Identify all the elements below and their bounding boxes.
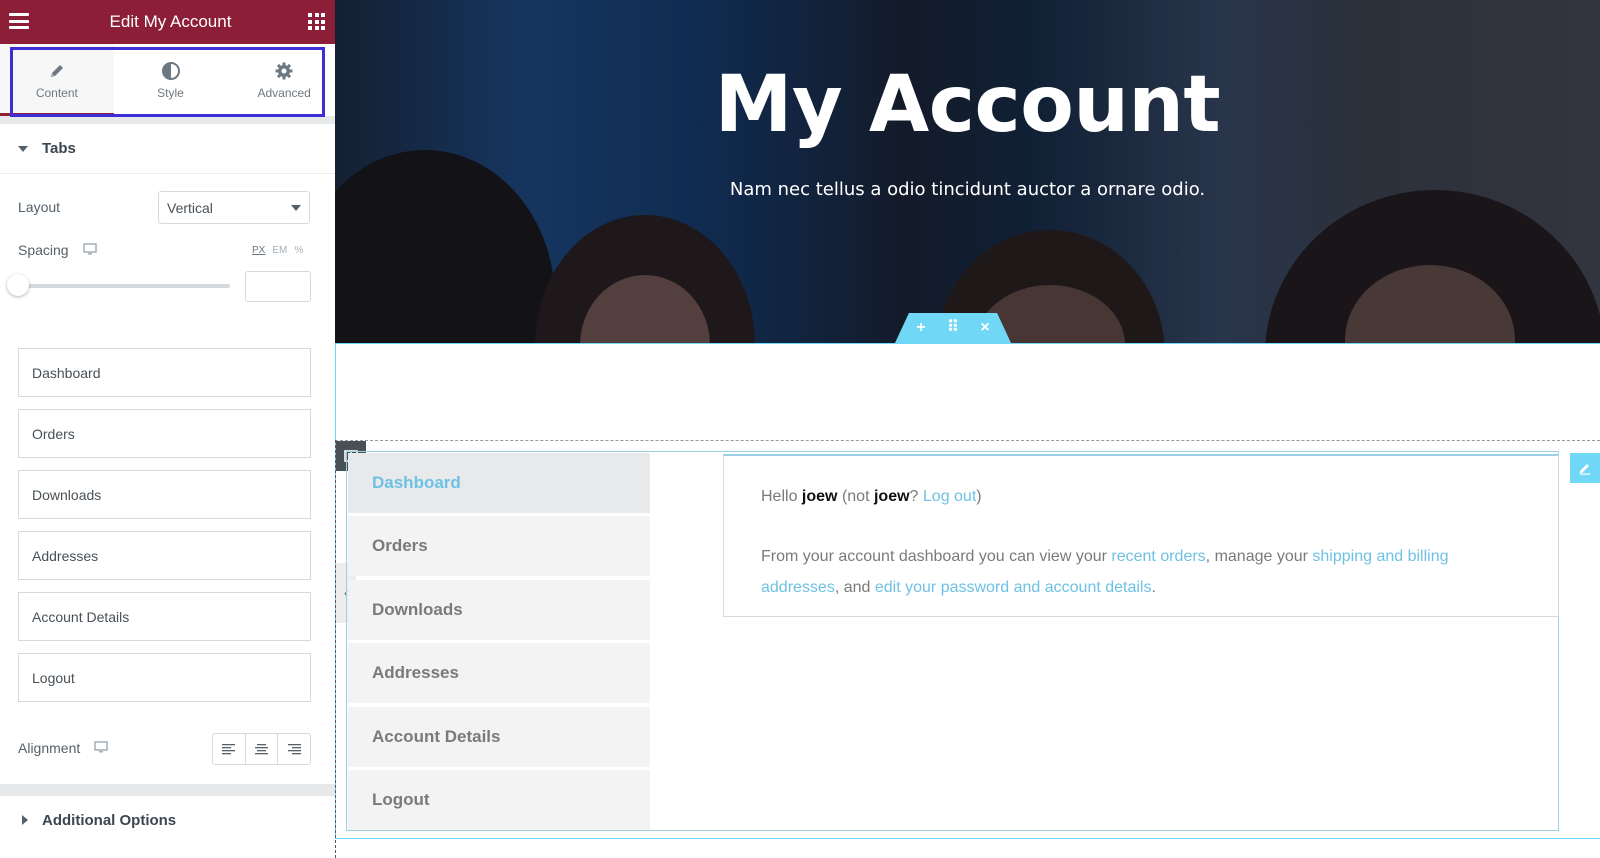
spacing-control: Spacing bbox=[18, 242, 97, 258]
unit-em[interactable]: EM bbox=[272, 245, 287, 256]
column-outline bbox=[335, 440, 1600, 441]
align-left-button[interactable] bbox=[213, 734, 246, 764]
layout-label: Layout bbox=[18, 199, 61, 215]
section-additional-options-label: Additional Options bbox=[42, 811, 177, 829]
desktop-icon[interactable] bbox=[82, 242, 97, 258]
caret-down-icon bbox=[291, 205, 301, 211]
account-nav-item[interactable]: Account Details bbox=[348, 706, 650, 767]
section-additional-options-toggle[interactable]: Additional Options bbox=[0, 796, 335, 844]
username: joew bbox=[873, 488, 910, 505]
layout-control: Layout bbox=[18, 199, 60, 215]
my-account-widget: Dashboard Orders Downloads Addresses Account… bbox=[346, 451, 1559, 831]
tab-advanced-label: Advanced bbox=[257, 86, 311, 100]
column-outline-left bbox=[335, 440, 336, 858]
account-nav-item[interactable]: Dashboard bbox=[348, 453, 650, 513]
unit-percent[interactable]: % bbox=[294, 245, 303, 256]
tab-label-field[interactable]: Downloads bbox=[18, 470, 311, 519]
panel-tabs: Content Style Advanced bbox=[0, 44, 341, 117]
pencil-icon bbox=[48, 60, 66, 82]
drag-section-icon[interactable]: ⠿ bbox=[946, 320, 960, 336]
close-section-icon[interactable]: × bbox=[978, 320, 992, 336]
spacing-input[interactable] bbox=[245, 271, 311, 302]
spacing-slider-handle[interactable] bbox=[7, 274, 29, 296]
account-nav-item[interactable]: Downloads bbox=[348, 579, 650, 640]
tab-label-field[interactable]: Logout bbox=[18, 653, 311, 702]
caret-down-icon bbox=[18, 145, 28, 152]
editor-panel: Edit My Account Content Style Advanced T… bbox=[0, 0, 342, 858]
widgets-grid-icon[interactable] bbox=[308, 13, 325, 30]
alignment-control: Alignment bbox=[18, 740, 109, 756]
align-right-icon bbox=[287, 743, 301, 754]
tab-label-field[interactable]: Dashboard bbox=[18, 348, 311, 397]
pencil-icon bbox=[1580, 464, 1590, 475]
tab-label-field[interactable]: Account Details bbox=[18, 592, 311, 641]
hero-title: My Account bbox=[714, 60, 1221, 150]
align-center-button[interactable] bbox=[246, 734, 279, 764]
tab-label-field[interactable]: Addresses bbox=[18, 531, 311, 580]
caret-right-icon bbox=[22, 815, 28, 825]
desktop-icon[interactable] bbox=[94, 740, 109, 756]
alignment-buttons bbox=[212, 733, 311, 765]
logout-link[interactable]: Log out bbox=[923, 488, 976, 505]
layout-select[interactable]: Vertical bbox=[158, 191, 310, 224]
gear-icon bbox=[274, 60, 294, 82]
panel-header: Edit My Account bbox=[0, 0, 341, 44]
page-preview: My Account Nam nec tellus a odio tincidu… bbox=[335, 0, 1600, 858]
hero-section: My Account Nam nec tellus a odio tincidu… bbox=[335, 0, 1600, 343]
divider bbox=[0, 116, 341, 124]
hamburger-menu-icon[interactable] bbox=[9, 13, 29, 29]
tab-content[interactable]: Content bbox=[0, 44, 114, 116]
greeting-line: Hello joew (not joew? Log out) bbox=[761, 488, 982, 505]
unit-px[interactable]: PX bbox=[252, 245, 265, 256]
unit-switcher: PX EM % bbox=[252, 245, 303, 256]
edit-widget-button[interactable] bbox=[1570, 453, 1600, 483]
section-handle: + ⠿ × bbox=[895, 313, 1011, 343]
tab-label-field[interactable]: Orders bbox=[18, 409, 311, 458]
align-center-icon bbox=[255, 743, 268, 754]
section-tabs-toggle[interactable]: Tabs bbox=[0, 124, 341, 174]
divider bbox=[0, 784, 335, 796]
account-nav-item[interactable]: Logout bbox=[348, 770, 650, 830]
layout-select-value: Vertical bbox=[167, 199, 213, 216]
section-tabs-label: Tabs bbox=[42, 140, 76, 157]
add-section-icon[interactable]: + bbox=[914, 320, 928, 336]
dashboard-description: From your account dashboard you can view… bbox=[761, 547, 1449, 597]
account-nav-item[interactable]: Addresses bbox=[348, 643, 650, 704]
tab-style-label: Style bbox=[157, 86, 184, 100]
account-nav-item[interactable]: Orders bbox=[348, 516, 650, 577]
tab-advanced[interactable]: Advanced bbox=[227, 44, 341, 116]
tab-content-label: Content bbox=[35, 86, 78, 100]
username: joew bbox=[801, 488, 838, 505]
spacing-slider-track[interactable] bbox=[18, 284, 230, 288]
align-right-button[interactable] bbox=[278, 734, 310, 764]
hero-subtitle: Nam nec tellus a odio tincidunt auctor a… bbox=[729, 179, 1206, 200]
spacing-label: Spacing bbox=[18, 242, 69, 258]
align-left-icon bbox=[222, 743, 236, 754]
panel-title: Edit My Account bbox=[109, 12, 232, 31]
alignment-label: Alignment bbox=[18, 740, 81, 756]
tab-style[interactable]: Style bbox=[114, 44, 228, 116]
recent-orders-link[interactable]: recent orders bbox=[1111, 548, 1205, 565]
dashboard-content: Hello joew (not joew? Log out) From your… bbox=[723, 454, 1559, 617]
half-circle-icon bbox=[161, 60, 181, 82]
account-details-link[interactable]: edit your password and account details bbox=[875, 579, 1152, 596]
